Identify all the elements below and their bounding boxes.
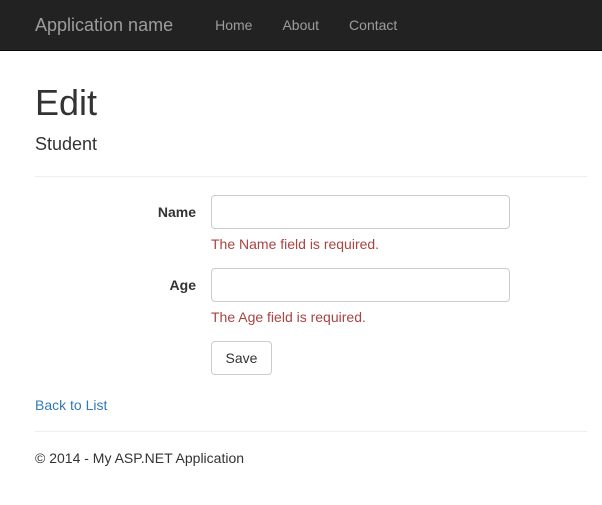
- form-actions-spacer: [35, 341, 211, 375]
- label-name: Name: [35, 195, 211, 222]
- name-input[interactable]: [211, 195, 510, 229]
- main-container: Edit Student Name The Name field is requ…: [0, 83, 602, 468]
- name-validation-error: The Name field is required.: [211, 234, 511, 254]
- top-navbar: Application name Home About Contact: [0, 0, 602, 51]
- save-button[interactable]: Save: [211, 341, 272, 375]
- page-title: Edit: [35, 83, 587, 123]
- field-col-age: The Age field is required.: [211, 268, 511, 327]
- footer-copyright: © 2014 - My ASP.NET Application: [35, 448, 587, 468]
- navbar-brand[interactable]: Application name: [20, 0, 188, 50]
- label-age: Age: [35, 268, 211, 295]
- edit-student-form: Name The Name field is required. Age The…: [35, 195, 587, 375]
- page-subtitle: Student: [35, 135, 587, 155]
- nav-link-contact[interactable]: Contact: [334, 0, 412, 50]
- nav-item-home: Home: [200, 0, 267, 50]
- navbar-inner: Application name Home About Contact: [0, 0, 412, 50]
- footer-divider: [35, 431, 587, 432]
- navbar-nav: Home About Contact: [200, 0, 412, 50]
- back-link-wrap: Back to List: [35, 395, 587, 415]
- form-group-age: Age The Age field is required.: [35, 268, 587, 327]
- field-col-name: The Name field is required.: [211, 195, 511, 254]
- back-to-list-link[interactable]: Back to List: [35, 397, 107, 413]
- form-group-name: Name The Name field is required.: [35, 195, 587, 254]
- nav-item-contact: Contact: [334, 0, 412, 50]
- nav-link-about[interactable]: About: [267, 0, 334, 50]
- age-input[interactable]: [211, 268, 510, 302]
- nav-item-about: About: [267, 0, 334, 50]
- age-validation-error: The Age field is required.: [211, 307, 511, 327]
- nav-link-home[interactable]: Home: [200, 0, 267, 50]
- page-footer: © 2014 - My ASP.NET Application: [35, 431, 587, 468]
- form-actions: Save: [35, 341, 587, 375]
- header-divider: [35, 176, 587, 177]
